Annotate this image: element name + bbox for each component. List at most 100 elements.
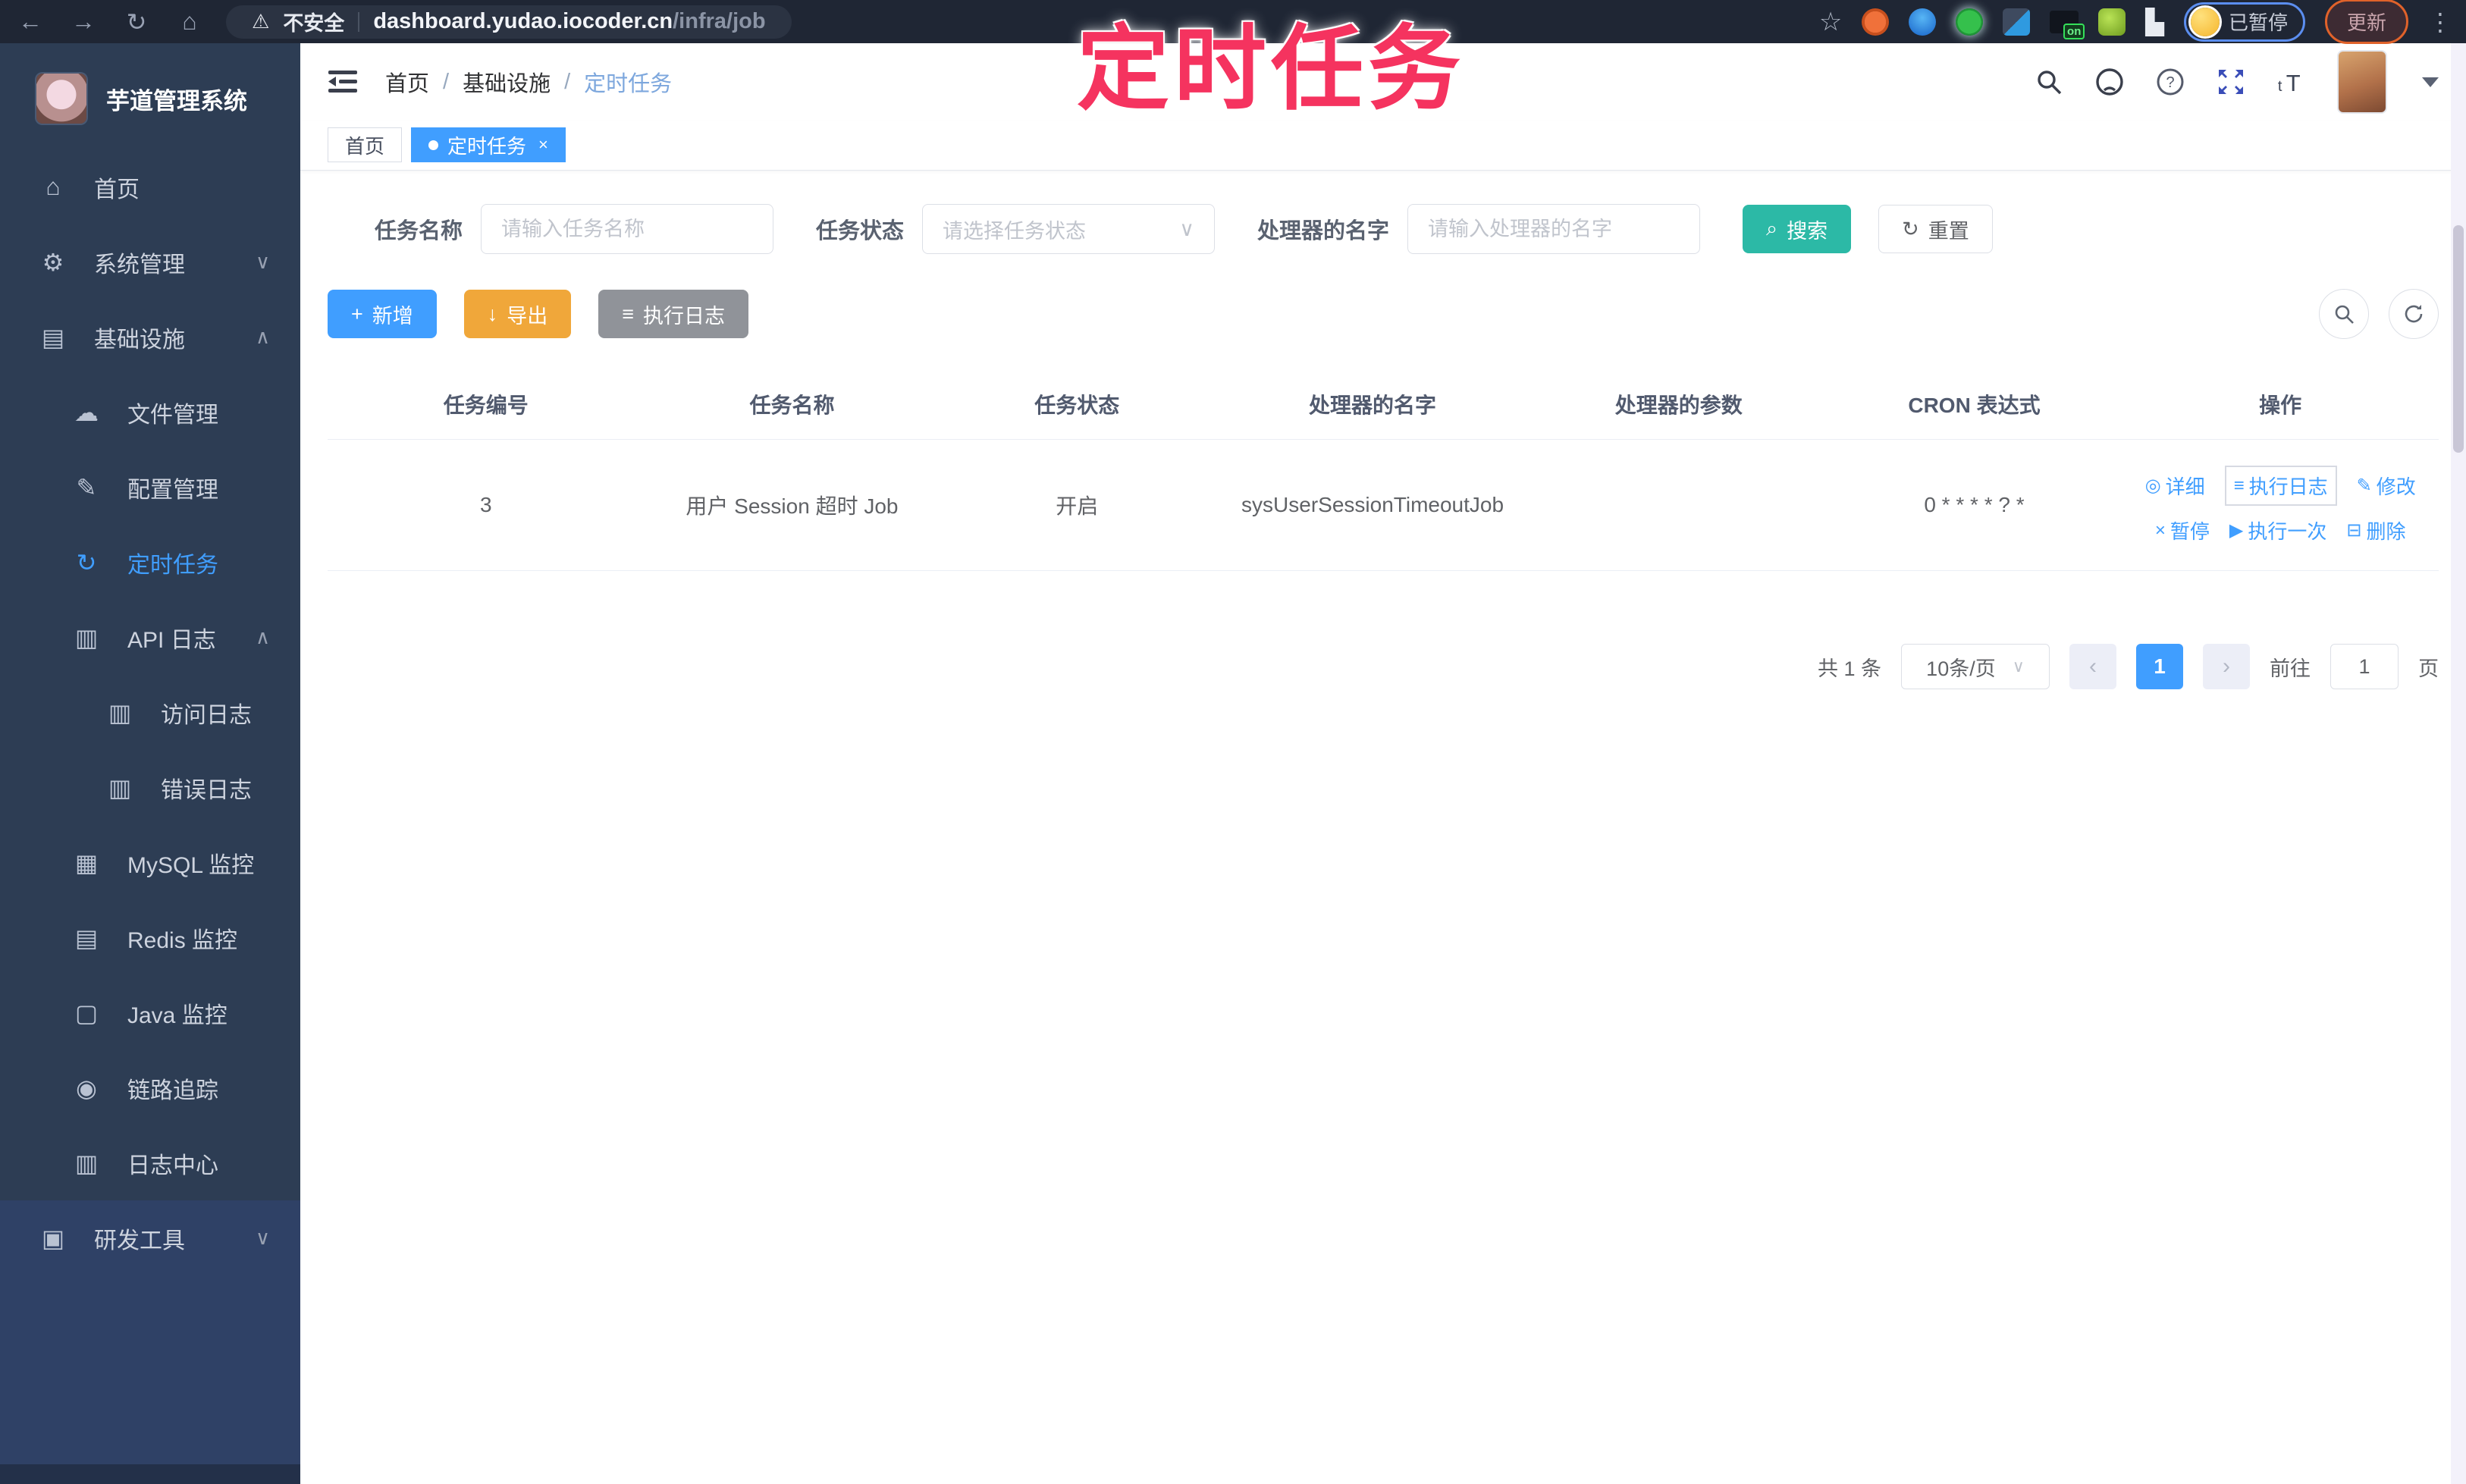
browser-update-button[interactable]: 更新 <box>2324 0 2408 44</box>
bookmark-star-icon[interactable]: ☆ <box>1819 7 1842 37</box>
avatar-caret-icon[interactable] <box>2422 77 2439 87</box>
log-icon: ▥ <box>108 773 132 802</box>
sidebar-item-system[interactable]: ⚙ 系统管理 ∨ <box>0 224 300 300</box>
sidebar-item-dev-tools[interactable]: ▣ 研发工具 ∨ <box>0 1200 300 1275</box>
eye-icon: ◎ <box>2144 475 2161 496</box>
sidebar-item-label: 链路追踪 <box>127 1078 218 1103</box>
refresh-button[interactable] <box>2389 289 2439 339</box>
close-icon[interactable]: × <box>538 135 548 155</box>
col-handler-name: 处理器的名字 <box>1214 369 1531 440</box>
prev-page-button[interactable]: ‹ <box>2069 644 2116 689</box>
goto-page-input[interactable] <box>2330 644 2399 689</box>
toolbox-icon: ▣ <box>41 1224 65 1252</box>
sidebar-item-java[interactable]: ▢ Java 监控 <box>0 975 300 1050</box>
edit-link[interactable]: ✎ 修改 <box>2357 472 2416 500</box>
sidebar-item-redis[interactable]: ▤ Redis 监控 <box>0 900 300 975</box>
extension-icon-tool[interactable] <box>2098 8 2126 36</box>
search-icon[interactable] <box>2034 67 2064 97</box>
toggle-search-button[interactable] <box>2319 289 2369 339</box>
delete-link[interactable]: ⊟ 删除 <box>2346 516 2405 544</box>
col-job-status: 任务状态 <box>940 369 1215 440</box>
pause-link[interactable]: × 暂停 <box>2155 516 2210 544</box>
sidebar-item-home[interactable]: ⌂ 首页 <box>0 149 300 224</box>
job-status-select[interactable]: 请选择任务状态 ∨ <box>922 204 1216 254</box>
gear-icon: ⚙ <box>42 248 64 276</box>
extension-icon-list[interactable]: on <box>2050 10 2085 39</box>
add-button[interactable]: + 新增 <box>328 290 437 338</box>
profile-paused-badge[interactable]: 已暂停 <box>2183 2 2305 42</box>
sidebar-item-label: MySQL 监控 <box>127 852 255 878</box>
sidebar-item-mysql[interactable]: ▦ MySQL 监控 <box>0 825 300 900</box>
run-log-link[interactable]: ≡ 执行日志 <box>2224 466 2337 506</box>
security-label[interactable]: 不安全 <box>283 7 344 36</box>
user-avatar[interactable] <box>2337 50 2387 114</box>
job-log-button[interactable]: ≡ 执行日志 <box>598 290 749 338</box>
run-once-link[interactable]: ▶ 执行一次 <box>2229 516 2326 544</box>
breadcrumb: 首页 / 基础设施 / 定时任务 <box>385 66 672 98</box>
sidebar-item-access-log[interactable]: ▥ 访问日志 <box>0 675 300 750</box>
sidebar-item-error-log[interactable]: ▥ 错误日志 <box>0 750 300 825</box>
next-page-button[interactable]: › <box>2203 644 2250 689</box>
sidebar-item-log-center[interactable]: ▥ 日志中心 <box>0 1125 300 1200</box>
job-log-button-label: 执行日志 <box>643 304 726 328</box>
help-icon[interactable]: ? <box>2155 67 2185 97</box>
chevron-up-icon: ∧ <box>255 325 270 348</box>
sidebar-item-config[interactable]: ✎ 配置管理 <box>0 450 300 525</box>
scrollbar-thumb[interactable] <box>2453 225 2464 453</box>
breadcrumb-home[interactable]: 首页 <box>385 66 429 98</box>
browser-back-button[interactable]: ← <box>14 8 47 36</box>
extension-icon-blue[interactable] <box>1909 8 1937 36</box>
log-icon: ▥ <box>108 698 132 726</box>
breadcrumb-infra[interactable]: 基础设施 <box>463 66 551 98</box>
svg-text:t: t <box>2278 78 2282 95</box>
breadcrumb-separator: / <box>564 69 571 94</box>
sidebar-item-label: 基础设施 <box>94 327 185 353</box>
trash-icon: ⊟ <box>2346 520 2362 541</box>
export-button[interactable]: ↓ 导出 <box>463 290 572 338</box>
sidebar-fold-icon[interactable] <box>328 67 358 97</box>
screen-icon: ▢ <box>74 999 99 1027</box>
col-job-id: 任务编号 <box>328 369 645 440</box>
run-log-link-label: 执行日志 <box>2248 475 2328 498</box>
sidebar-item-label: 配置管理 <box>127 477 218 503</box>
sidebar-item-job[interactable]: ↻ 定时任务 <box>0 525 300 600</box>
job-name-input[interactable] <box>481 204 774 254</box>
col-actions: 操作 <box>2122 369 2439 440</box>
sidebar-item-infra[interactable]: ▤ 基础设施 ∧ <box>0 300 300 375</box>
tab-label: 首页 <box>345 134 385 158</box>
sidebar-item-file[interactable]: ☁ 文件管理 <box>0 375 300 450</box>
browser-forward-button[interactable]: → <box>67 8 100 36</box>
cell-job-name: 用户 Session 超时 Job <box>644 439 940 571</box>
extension-icon-green-check[interactable] <box>1956 8 1984 36</box>
github-icon[interactable] <box>2094 67 2125 97</box>
sidebar-item-api-log[interactable]: ▥ API 日志 ∧ <box>0 600 300 675</box>
tab-home[interactable]: 首页 <box>328 127 403 162</box>
browser-home-button[interactable]: ⌂ <box>173 8 206 36</box>
pagination: 共 1 条 10条/页 ∨ ‹ 1 › 前往 页 <box>328 644 2439 689</box>
page-content: 任务名称 任务状态 请选择任务状态 ∨ 处理器的名字 ⌕ 搜索 ↻ 重置 + 新增 ↓… <box>300 171 2466 1484</box>
sidebar-item-trace[interactable]: ◉ 链路追踪 <box>0 1050 300 1125</box>
fullscreen-icon[interactable] <box>2216 67 2246 97</box>
font-size-icon[interactable]: tT <box>2276 67 2307 97</box>
browser-reload-button[interactable]: ↻ <box>120 8 153 36</box>
tab-job[interactable]: 定时任务 × <box>411 127 566 162</box>
detail-link[interactable]: ◎ 详细 <box>2145 472 2205 500</box>
reset-button-label: 重置 <box>1928 219 1969 243</box>
address-bar[interactable]: ⚠ 不安全 dashboard.yudao.iocoder.cn/infra/j… <box>226 5 792 39</box>
topbar-icons: ? tT <box>2034 50 2439 114</box>
export-button-label: 导出 <box>507 304 548 328</box>
browser-menu-icon[interactable]: ⋮ <box>2428 8 2452 36</box>
sidebar-logo-row[interactable]: 芋道管理系统 <box>0 43 300 149</box>
handler-name-input[interactable] <box>1407 204 1701 254</box>
infra-icon: ▤ <box>41 323 65 351</box>
page-scrollbar[interactable] <box>2451 43 2466 1484</box>
chevron-down-icon: ∨ <box>1179 217 1195 240</box>
extension-icon-grid[interactable] <box>2003 8 2031 36</box>
page-size-select[interactable]: 10条/页 ∨ <box>1901 644 2050 689</box>
page-1-button[interactable]: 1 <box>2136 644 2183 689</box>
search-button[interactable]: ⌕ 搜索 <box>1743 205 1852 253</box>
reset-button[interactable]: ↻ 重置 <box>1878 205 1993 253</box>
extensions-puzzle-icon[interactable]: ▙ <box>2145 8 2164 36</box>
extension-icon-orange[interactable] <box>1862 8 1890 36</box>
annotation-title: 定时任务 <box>1077 17 1465 121</box>
